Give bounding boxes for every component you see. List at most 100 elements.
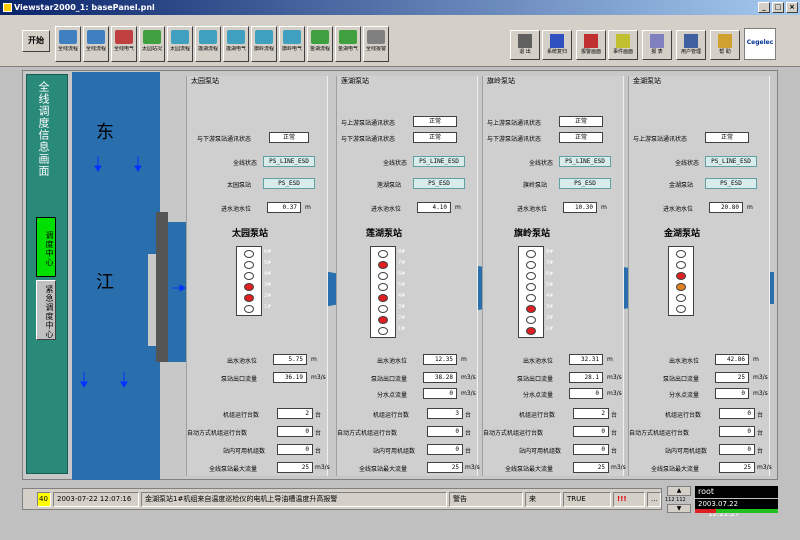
running-unit: 台 bbox=[315, 412, 322, 419]
toolbar-button[interactable]: 全线报警 bbox=[363, 26, 389, 62]
toolbar-button[interactable]: 旗岭流程 bbox=[251, 26, 277, 62]
maximize-button[interactable]: □ bbox=[772, 2, 784, 13]
outlet-flow-unit: m3/s bbox=[607, 374, 622, 381]
outlet-flow-value: 28.1 bbox=[569, 372, 603, 383]
river-char-dong: 东 bbox=[96, 122, 114, 143]
downstream-comm-value: 正常 bbox=[269, 132, 309, 143]
pump-indicator[interactable] bbox=[676, 283, 686, 291]
pump-indicator[interactable] bbox=[676, 261, 686, 269]
line-status-value: PS_LINE_ESD bbox=[705, 156, 757, 167]
outlet-level-value: 12.35 bbox=[423, 354, 457, 365]
pump-column bbox=[518, 246, 544, 338]
pump-indicator[interactable] bbox=[676, 294, 686, 302]
auto-value: 0 bbox=[277, 426, 313, 437]
pump-indicator[interactable] bbox=[378, 250, 388, 258]
pump-number: 4# bbox=[264, 271, 272, 277]
toolbar-button[interactable]: 金湖电气 bbox=[335, 26, 361, 62]
pump-indicator[interactable] bbox=[244, 305, 254, 313]
pump-indicator[interactable] bbox=[526, 261, 536, 269]
pump-indicator[interactable] bbox=[676, 305, 686, 313]
pump-indicator[interactable] bbox=[526, 250, 536, 258]
pump-indicator[interactable] bbox=[526, 327, 536, 335]
alarm-text[interactable]: 金湖泵站1#机组来自温度巡检仪的电机上导油槽温度升高报警 bbox=[141, 492, 447, 507]
station-status-value: PS_ESD bbox=[263, 178, 315, 189]
pump-indicator[interactable] bbox=[244, 294, 254, 302]
running-value: 0 bbox=[719, 408, 755, 419]
outlet-level-label: 出水池水位 bbox=[377, 358, 408, 365]
upstream-comm-label: 与上游泵站通讯状态 bbox=[341, 120, 396, 127]
downstream-comm-value: 正常 bbox=[413, 132, 457, 143]
toolbar-button[interactable]: 莲湖流程 bbox=[195, 26, 221, 62]
emergency-dispatch-button[interactable]: 紧急调度中心 bbox=[36, 280, 56, 340]
toolbar-right-icon bbox=[650, 34, 664, 48]
outlet-flow-value: 36.19 bbox=[273, 372, 307, 383]
toolbar-button[interactable]: 全线流程 bbox=[83, 26, 109, 62]
start-button[interactable]: 开始 bbox=[22, 30, 50, 52]
toolbar-button[interactable]: 莲湖电气 bbox=[223, 26, 249, 62]
scroll-up-button[interactable]: ▲ bbox=[667, 486, 691, 496]
toolbar-button[interactable]: 太园站况 bbox=[139, 26, 165, 62]
pump-indicator[interactable] bbox=[378, 305, 388, 313]
toolbar-right-button[interactable]: 报警画面 bbox=[576, 30, 606, 60]
inlet-level-value: 10.30 bbox=[563, 202, 597, 213]
pump-indicator[interactable] bbox=[378, 294, 388, 302]
clock-date: 2003.07.22 bbox=[698, 500, 739, 508]
toolbar-right-button[interactable]: 用户管理 bbox=[676, 30, 706, 60]
pump-indicator[interactable] bbox=[244, 283, 254, 291]
toolbar-right-button[interactable]: 事件画面 bbox=[608, 30, 638, 60]
pump-indicator[interactable] bbox=[244, 250, 254, 258]
toolbar-right-button[interactable]: 报 表 bbox=[642, 30, 672, 60]
pump-indicator[interactable] bbox=[378, 261, 388, 269]
station-panel-title: 太园泵站 bbox=[191, 77, 219, 85]
outlet-flow-label: 泵站出口流量 bbox=[371, 376, 408, 383]
outlet-flow-unit: m3/s bbox=[461, 374, 476, 381]
alarm-more-button[interactable]: ... bbox=[647, 492, 661, 507]
toolbar-button[interactable]: 全线流程 bbox=[55, 26, 81, 62]
pump-indicator[interactable] bbox=[244, 272, 254, 280]
pump-indicator[interactable] bbox=[378, 316, 388, 324]
left-info-panel: 全线调度信息画面 调度中心 紧急调度中心 bbox=[26, 74, 68, 474]
toolbar-right-button[interactable]: 系统复归 bbox=[542, 30, 572, 60]
pump-indicator[interactable] bbox=[526, 283, 536, 291]
avail-unit: 台 bbox=[757, 448, 764, 455]
pump-indicator[interactable] bbox=[244, 261, 254, 269]
max-value: 25 bbox=[573, 462, 609, 473]
pump-indicator[interactable] bbox=[676, 250, 686, 258]
pump-indicator[interactable] bbox=[526, 294, 536, 302]
alarm-counter: 112 112 bbox=[665, 497, 686, 503]
pump-indicator[interactable] bbox=[526, 316, 536, 324]
toolbar-right-button[interactable]: 退 出 bbox=[510, 30, 540, 60]
pump-number: 3# bbox=[398, 304, 406, 310]
pump-indicator[interactable] bbox=[526, 272, 536, 280]
pump-number: 6# bbox=[546, 271, 554, 277]
pump-indicator[interactable] bbox=[526, 305, 536, 313]
scroll-down-button[interactable]: ▼ bbox=[667, 504, 691, 513]
close-button[interactable]: × bbox=[786, 2, 798, 13]
pump-number: 6# bbox=[264, 249, 272, 255]
inlet-level-label: 进水池水位 bbox=[663, 206, 694, 213]
pump-indicator[interactable] bbox=[676, 272, 686, 280]
outlet-flow-value: 38.28 bbox=[423, 372, 457, 383]
branch-flow-unit: m3/s bbox=[753, 390, 768, 397]
toolbar-button[interactable]: 旗岭电气 bbox=[279, 26, 305, 62]
auto-unit: 台 bbox=[757, 430, 764, 437]
pump-number: 7# bbox=[546, 260, 554, 266]
max-label: 全线泵站最大流量 bbox=[651, 466, 700, 473]
minimize-button[interactable]: _ bbox=[758, 2, 770, 13]
station-status-label: 莲湖泵站 bbox=[377, 182, 402, 189]
toolbar-button[interactable]: 全线电气 bbox=[111, 26, 137, 62]
outlet-level-unit: m bbox=[311, 356, 317, 363]
pump-number: 2# bbox=[546, 315, 554, 321]
downstream-comm-value: 正常 bbox=[705, 132, 749, 143]
pump-indicator[interactable] bbox=[378, 283, 388, 291]
toolbar-right-button[interactable]: 帮 助 bbox=[710, 30, 740, 60]
pump-indicator[interactable] bbox=[378, 327, 388, 335]
dispatch-center-button[interactable]: 调度中心 bbox=[36, 217, 56, 277]
toolbar-button[interactable]: 太园流程 bbox=[167, 26, 193, 62]
pump-indicator[interactable] bbox=[378, 272, 388, 280]
station-label: 金湖泵站 bbox=[664, 229, 701, 239]
toolbar-button-label: 旗岭电气 bbox=[281, 46, 302, 52]
outlet-level-label: 出水池水位 bbox=[669, 358, 700, 365]
auto-unit: 台 bbox=[465, 430, 472, 437]
toolbar-button[interactable]: 金湖流程 bbox=[307, 26, 333, 62]
